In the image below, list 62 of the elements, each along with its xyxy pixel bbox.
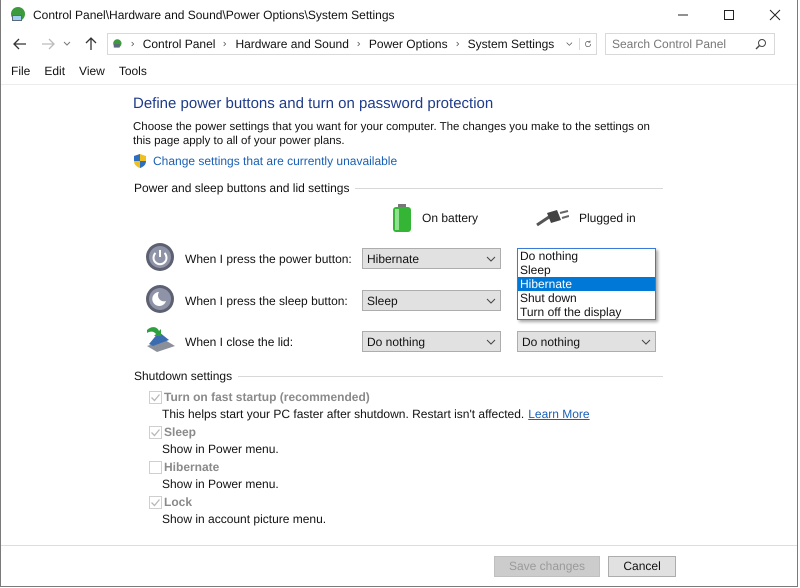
breadcrumb[interactable]: Control Panel: [142, 37, 216, 51]
menu-item[interactable]: File: [11, 64, 30, 78]
dropdown-caret-icon[interactable]: [566, 41, 573, 47]
plug-icon: [535, 209, 569, 227]
caret-icon: [486, 338, 496, 344]
checkbox-label: Hibernate: [164, 460, 220, 474]
checkbox-label: Lock: [164, 495, 192, 509]
dropdown-option[interactable]: Sleep: [518, 263, 655, 277]
column-header: On battery: [422, 211, 478, 225]
dropdown-option[interactable]: Turn off the display: [518, 305, 655, 319]
option-description: Show in account picture menu.: [162, 512, 326, 526]
checkbox-label: Sleep: [164, 425, 196, 439]
caret-icon: [486, 256, 496, 262]
dropdown[interactable]: Do nothing: [517, 331, 656, 352]
power-button-icon: [145, 242, 175, 272]
dropdown-option[interactable]: Do nothing: [518, 249, 655, 263]
breadcrumb[interactable]: Power Options: [368, 37, 448, 51]
up-icon[interactable]: [85, 37, 97, 51]
dropdown[interactable]: Hibernate: [362, 248, 501, 269]
option-description: Show in Power menu.: [162, 442, 279, 456]
checkbox-label: Turn on fast startup (recommended): [164, 390, 370, 404]
breadcrumb[interactable]: System Settings: [468, 37, 554, 51]
window-title: Control Panel\Hardware and Sound\Power Options\System Settings: [33, 8, 395, 22]
breadcrumb[interactable]: Hardware and Sound: [235, 37, 349, 51]
sleep-button-icon: [145, 284, 175, 314]
menu-item[interactable]: View: [79, 64, 105, 78]
page-heading: Define power buttons and turn on password protection: [133, 95, 494, 112]
caret-icon: [486, 298, 496, 304]
recent-caret-icon[interactable]: [63, 41, 71, 47]
intro-text: Choose the power settings that you want for your computer. The changes you make to the settings on this page apply to all of your power plans.: [133, 120, 651, 148]
dropdown-option[interactable]: Hibernate: [518, 277, 655, 291]
search-icon: [755, 38, 767, 50]
setting-label: When I close the lid:: [185, 334, 294, 348]
option-description: Show in Power menu.: [162, 476, 279, 490]
shield-icon: [133, 153, 147, 169]
chevron-icon: [456, 40, 460, 48]
cancel-button[interactable]: Cancel: [608, 556, 676, 576]
control-panel-icon: [9, 6, 27, 24]
chevron-icon: [130, 40, 135, 48]
chevron-icon: [223, 40, 228, 48]
section-title: Power and sleep buttons and lid settings: [134, 181, 350, 195]
column-header: Plugged in: [579, 211, 636, 225]
menu-item[interactable]: Tools: [118, 64, 147, 78]
back-icon[interactable]: [13, 38, 27, 50]
close-icon[interactable]: [769, 9, 781, 21]
setting-label: When I press the power button:: [185, 252, 353, 266]
menu-item[interactable]: Edit: [44, 64, 66, 78]
search-field[interactable]: Search Control Panel: [605, 33, 775, 55]
change-settings-link[interactable]: Change settings that are currently unavailable: [153, 154, 398, 168]
chevron-icon: [356, 40, 361, 48]
refresh-icon[interactable]: [579, 38, 592, 50]
address-bar[interactable]: Control Panel Hardware and Sound Power Options System Settings: [107, 33, 597, 55]
maximize-icon[interactable]: [723, 9, 735, 21]
battery-icon: [392, 204, 412, 232]
setting-label: When I press the sleep button:: [185, 294, 349, 308]
option-description: This helps start your PC faster after shutdown. Restart isn't affected.: [162, 406, 524, 420]
dropdown-option[interactable]: Shut down: [518, 291, 655, 305]
caret-icon: [641, 338, 651, 344]
dropdown[interactable]: Sleep: [362, 290, 501, 311]
section-title: Shutdown settings: [134, 369, 232, 383]
laptop-lid-icon: [145, 326, 177, 354]
dropdown[interactable]: Do nothing: [362, 331, 501, 352]
